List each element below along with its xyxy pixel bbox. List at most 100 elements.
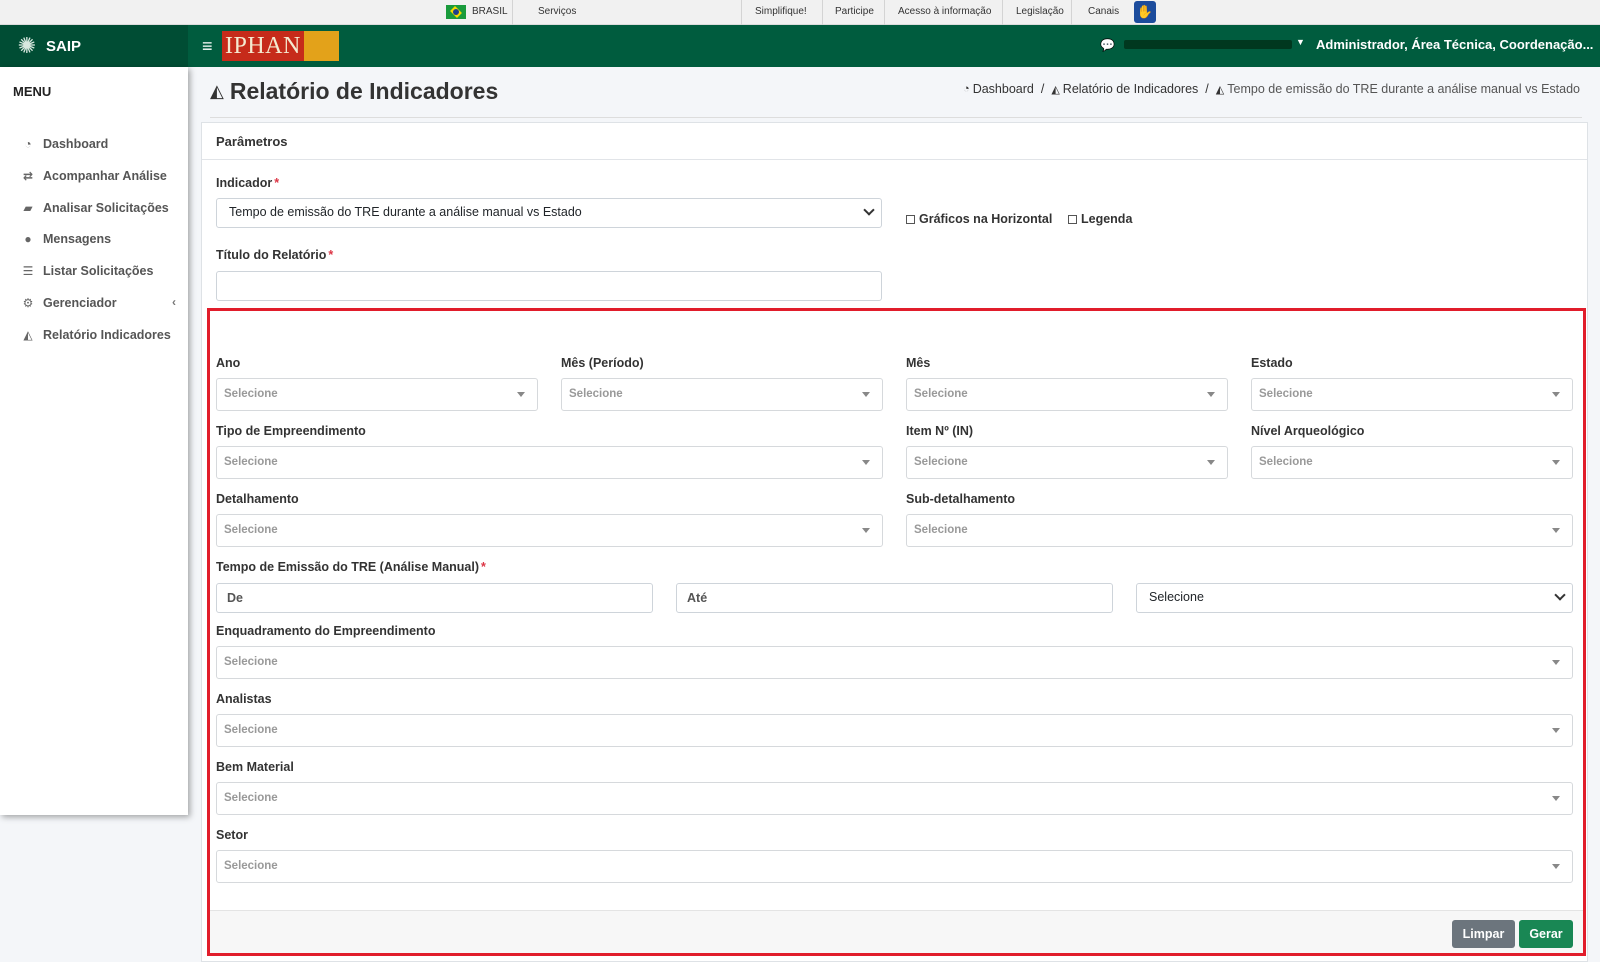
sidebar-item-label: Relatório Indicadores — [43, 328, 171, 342]
bem-material-label: Bem Material — [216, 760, 294, 774]
indicator-label-text: Indicador — [216, 176, 273, 190]
indicator-select-value: Tempo de emissão do TRE durante a anális… — [229, 205, 582, 219]
analistas-label: Analistas — [216, 692, 272, 706]
sidebar-item-mensagens[interactable]: ● Mensagens — [20, 229, 176, 249]
user-name-redacted[interactable] — [1124, 37, 1294, 51]
sidebar-item-label: Analisar Solicitações — [43, 201, 169, 215]
clear-button[interactable]: Limpar — [1452, 920, 1515, 948]
sidebar-item-analisar[interactable]: ▰ Analisar Solicitações — [20, 198, 176, 218]
nivel-arqueologico-label: Nível Arqueológico — [1251, 424, 1365, 438]
hamburger-menu-icon[interactable]: ≡ — [202, 35, 213, 57]
checkbox-box[interactable] — [1068, 214, 1077, 224]
tempo-unit-value: Selecione — [1149, 590, 1204, 604]
nivel-arqueologico-select[interactable]: Selecione — [1251, 446, 1573, 479]
caret-down-icon — [1552, 796, 1560, 801]
sidebar-item-label: Acompanhar Análise — [43, 169, 167, 183]
ano-label: Ano — [216, 356, 241, 370]
area-chart-icon: ◭ — [1051, 83, 1060, 96]
tempo-unit-select[interactable]: Selecione — [1136, 583, 1573, 613]
legend-checkbox[interactable]: Legenda — [1068, 212, 1132, 226]
select-placeholder: Selecione — [1259, 456, 1313, 468]
tempo-emissao-label: Tempo de Emissão do TRE (Análise Manual)… — [216, 560, 486, 574]
tempo-emissao-label-text: Tempo de Emissão do TRE (Análise Manual) — [216, 560, 480, 574]
setor-select[interactable]: Selecione — [216, 850, 1573, 883]
item-in-label: Item Nº (IN) — [906, 424, 974, 438]
comments-icon: ● — [24, 232, 32, 246]
select-placeholder: Selecione — [1259, 388, 1313, 400]
sidebar-item-acompanhar[interactable]: ⇄ Acompanhar Análise — [20, 166, 176, 186]
enquadramento-label: Enquadramento do Empreendimento — [216, 624, 436, 638]
ano-select[interactable]: Selecione — [216, 378, 538, 411]
breadcrumb-relatorio[interactable]: Relatório de Indicadores — [1063, 82, 1199, 96]
breadcrumb: ◔ Dashboard / ◭ Relatório de Indicadores… — [963, 82, 1580, 96]
gov-link-legislacao[interactable]: Legislação — [1016, 6, 1064, 17]
select-placeholder: Selecione — [914, 524, 968, 536]
iphan-logo-text: IPHAN — [222, 31, 304, 61]
select-placeholder: Selecione — [224, 724, 278, 736]
indicator-select[interactable]: Tempo de emissão do TRE durante a anális… — [216, 198, 882, 228]
sidebar-item-listar[interactable]: ☰ Listar Solicitações — [20, 261, 176, 281]
accessibility-icon[interactable]: ✋ — [1134, 1, 1156, 23]
tempo-from-input[interactable]: De — [216, 583, 653, 613]
gov-link-canais[interactable]: Canais — [1088, 6, 1119, 17]
required-asterisk: * — [481, 560, 486, 574]
caret-down-icon[interactable]: ▼ — [1296, 37, 1305, 47]
required-asterisk: * — [328, 248, 334, 262]
sidebar-item-relatorio[interactable]: ◭ Relatório Indicadores — [20, 325, 176, 345]
tempo-to-input[interactable]: Até — [676, 583, 1113, 613]
mes-select[interactable]: Selecione — [906, 378, 1228, 411]
card-footer — [210, 910, 1583, 954]
gov-brasil-link[interactable]: BRASIL — [472, 6, 508, 17]
report-title-label: Título do Relatório * — [216, 248, 333, 262]
gov-divider — [822, 0, 823, 25]
breadcrumb-current: Tempo de emissão do TRE durante a anális… — [1227, 82, 1580, 96]
user-role[interactable]: Administrador, Área Técnica, Coordenação… — [1316, 37, 1593, 52]
bem-material-select[interactable]: Selecione — [216, 782, 1573, 815]
gov-services-link[interactable]: Serviços — [538, 6, 576, 17]
top-navbar: ✺ SAIP ≡ IPHAN 💬 ▼ Administrador, Área T… — [0, 25, 1600, 67]
estado-select[interactable]: Selecione — [1251, 378, 1573, 411]
select-placeholder: Selecione — [569, 388, 623, 400]
caret-down-icon — [1552, 728, 1560, 733]
breadcrumb-separator: / — [1205, 82, 1209, 96]
gov-link-participe[interactable]: Participe — [835, 6, 874, 17]
select-placeholder: Selecione — [224, 656, 278, 668]
gov-divider — [1002, 0, 1003, 25]
gov-link-simplifique[interactable]: Simplifique! — [755, 6, 807, 17]
generate-button[interactable]: Gerar — [1519, 920, 1573, 948]
analistas-select[interactable]: Selecione — [216, 714, 1573, 747]
sidebar-item-dashboard[interactable]: ◔ Dashboard — [20, 134, 176, 154]
mes-periodo-select[interactable]: Selecione — [561, 378, 883, 411]
caret-down-icon — [1552, 392, 1560, 397]
select-placeholder: Selecione — [224, 388, 278, 400]
brazil-flag-icon — [446, 5, 466, 19]
caret-down-icon — [862, 528, 870, 533]
gov-link-acesso[interactable]: Acesso à informação — [898, 6, 991, 17]
sub-detalhamento-select[interactable]: Selecione — [906, 514, 1573, 547]
enquadramento-select[interactable]: Selecione — [216, 646, 1573, 679]
breadcrumb-dashboard[interactable]: Dashboard — [973, 82, 1034, 96]
gov-divider — [884, 0, 885, 25]
item-in-select[interactable]: Selecione — [906, 446, 1228, 479]
iphan-logo-emblem — [303, 31, 339, 61]
exchange-icon: ⇄ — [22, 169, 34, 183]
dashboard-icon: ◔ — [24, 137, 32, 151]
tipo-empreendimento-select[interactable]: Selecione — [216, 446, 883, 479]
checkbox-box[interactable] — [906, 214, 915, 224]
select-placeholder: Selecione — [914, 456, 968, 468]
sidebar-item-gerenciador[interactable]: ⚙ Gerenciador ‹ — [20, 293, 176, 313]
sub-detalhamento-label: Sub-detalhamento — [906, 492, 1016, 506]
detalhamento-select[interactable]: Selecione — [216, 514, 883, 547]
caret-down-icon — [1552, 528, 1560, 533]
book-icon: ▰ — [23, 201, 33, 215]
legend-label: Legenda — [1081, 212, 1133, 226]
caret-down-icon — [517, 392, 525, 397]
indicator-label: Indicador * — [216, 176, 279, 190]
app-name: SAIP — [46, 37, 82, 55]
select-placeholder: Selecione — [224, 792, 278, 804]
report-title-input[interactable] — [216, 271, 882, 301]
horizontal-charts-checkbox[interactable]: Gráficos na Horizontal — [906, 212, 1052, 226]
select-placeholder: Selecione — [224, 524, 278, 536]
brand[interactable]: ✺ SAIP — [0, 25, 188, 67]
chat-icon[interactable]: 💬 — [1100, 38, 1115, 52]
